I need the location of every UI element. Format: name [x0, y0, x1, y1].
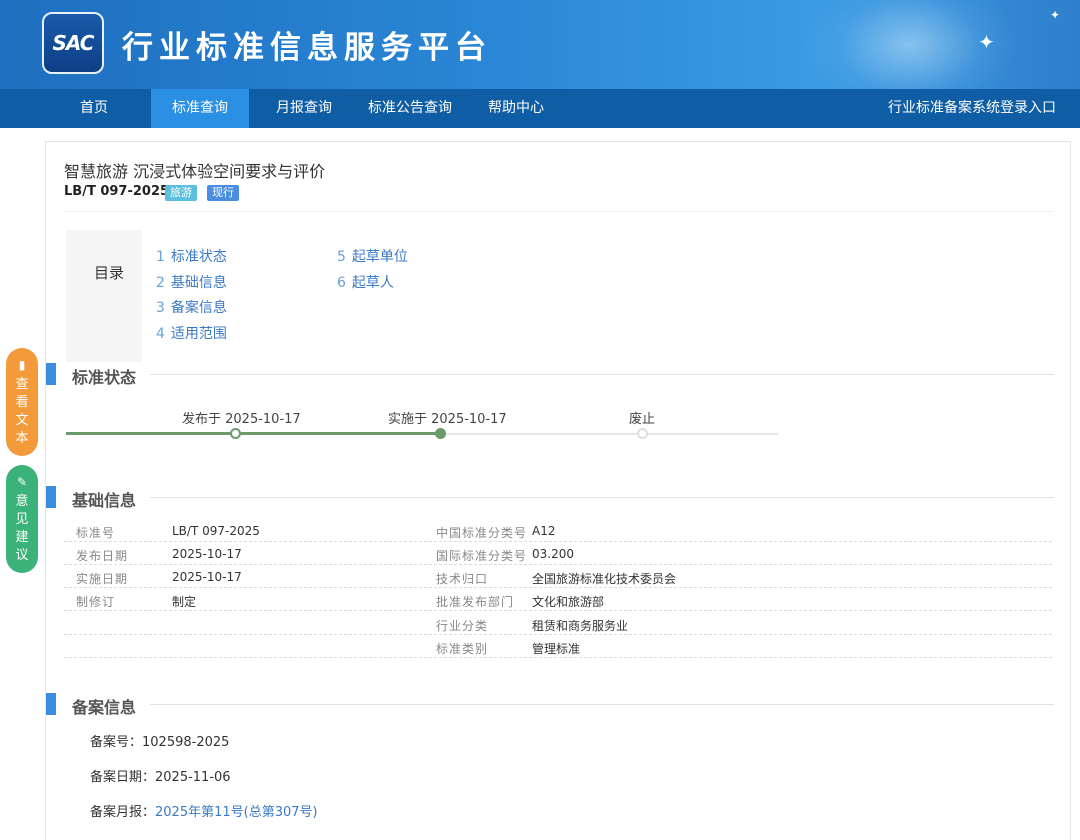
table-row: 行业分类 租赁和商务服务业 [64, 612, 1052, 635]
standard-detail-card: 智慧旅游 沉浸式体验空间要求与评价 LB/T 097-2025 旅游 现行 目录… [45, 141, 1071, 840]
filing-monthly-link[interactable]: 2025年第11号(总第307号) [155, 805, 318, 820]
timeline-dot-implemented [435, 428, 446, 439]
document-icon: ▮ [18, 358, 26, 372]
sparkle-icon: ✦ [978, 30, 995, 54]
table-row: 标准类别 管理标准 [64, 635, 1052, 658]
toc-item-basic[interactable]: 2 基础信息 [156, 272, 227, 292]
nav-announcement-search[interactable]: 标准公告查询 [360, 89, 460, 128]
timeline-dot-abolished [637, 428, 648, 439]
filing-system-login-link[interactable]: 行业标准备案系统登录入口 [888, 89, 1056, 128]
timeline-abolished-label: 废止 [629, 412, 656, 427]
toc-item-drafting-units[interactable]: 5 起草单位 [337, 246, 408, 266]
toc-item-scope[interactable]: 4 适用范围 [156, 323, 227, 343]
main-nav: 首页 标准查询 月报查询 标准公告查询 帮助中心 行业标准备案系统登录入口 [0, 89, 1080, 128]
toc-panel: 目录 [66, 230, 142, 362]
nav-standard-search[interactable]: 标准查询 [151, 89, 249, 128]
section-status: 标准状态 [46, 363, 1072, 387]
filing-monthly: 备案月报：2025年第11号(总第307号) [90, 805, 318, 820]
section-basic: 基础信息 [46, 486, 1072, 510]
nav-home[interactable]: 首页 [59, 89, 129, 128]
section-filing: 备案信息 [46, 693, 1072, 717]
sac-logo[interactable]: SAC [42, 12, 104, 74]
timeline-published-label: 发布于 2025-10-17 [182, 412, 301, 427]
header-banner: ✦ ✦ SAC 行业标准信息服务平台 [0, 0, 1080, 89]
section-title: 标准状态 [72, 368, 137, 387]
nav-help-center[interactable]: 帮助中心 [480, 89, 552, 128]
edit-icon: ✎ [16, 475, 28, 489]
filing-date: 备案日期：2025-11-06 [90, 770, 231, 785]
toc-item-filing[interactable]: 3 备案信息 [156, 297, 227, 317]
site-title: 行业标准信息服务平台 [122, 30, 492, 66]
toc-item-drafters[interactable]: 6 起草人 [337, 272, 394, 292]
timeline-implemented-label: 实施于 2025-10-17 [388, 412, 507, 427]
tag-status: 现行 [207, 185, 239, 201]
toc-item-status[interactable]: 1 标准状态 [156, 246, 227, 266]
timeline-progress [66, 432, 442, 435]
view-text-button[interactable]: ▮ 查 看 文 本 [6, 348, 38, 456]
standard-title: 智慧旅游 沉浸式体验空间要求与评价 [64, 162, 326, 181]
table-row: 制修订 制定 批准发布部门 文化和旅游部 [64, 588, 1052, 611]
section-title: 基础信息 [72, 491, 137, 510]
sparkle-icon: ✦ [1050, 8, 1061, 22]
table-row: 标准号 LB/T 097-2025 中国标准分类号 A12 [64, 519, 1052, 542]
timeline-dot-published [230, 428, 241, 439]
nav-monthly-search[interactable]: 月报查询 [268, 89, 340, 128]
standard-code: LB/T 097-2025 [64, 184, 170, 199]
filing-number: 备案号：102598-2025 [90, 735, 230, 750]
divider [64, 211, 1052, 212]
toc-title: 目录 [94, 264, 125, 282]
table-row: 实施日期 2025-10-17 技术归口 全国旅游标准化技术委员会 [64, 565, 1052, 588]
tag-category: 旅游 [165, 185, 197, 201]
feedback-button[interactable]: ✎ 意 见 建 议 [6, 465, 38, 573]
section-title: 备案信息 [72, 698, 137, 717]
table-row: 发布日期 2025-10-17 国际标准分类号 03.200 [64, 542, 1052, 565]
